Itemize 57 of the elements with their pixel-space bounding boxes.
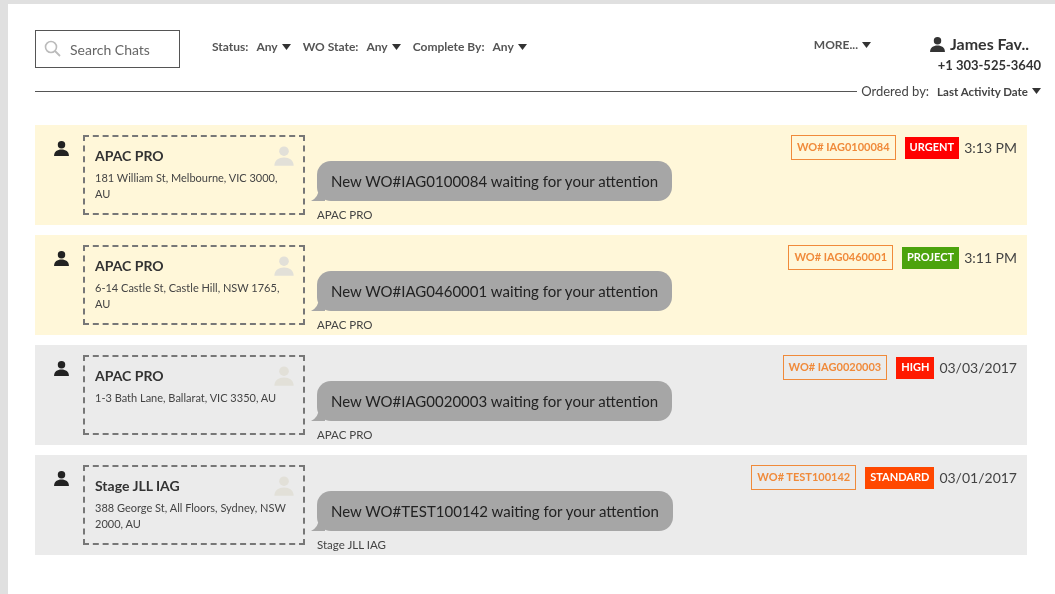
company-name: APAC PRO <box>95 366 165 386</box>
person-icon <box>53 470 70 487</box>
message-text: New WO#IAG0100084 waiting for your attention <box>331 170 659 192</box>
person-icon <box>929 35 946 53</box>
address: 388 George St, All Floors, Sydney, NSW 2000, AU <box>95 500 287 532</box>
company-name: APAC PRO <box>95 146 165 166</box>
person-icon <box>53 360 70 377</box>
filter-dropdown[interactable]: Any <box>256 38 291 56</box>
time-label: 3:11 PM <box>964 248 1017 268</box>
filter-dropdown[interactable]: Any <box>492 38 527 56</box>
person-icon <box>273 255 295 277</box>
filter-label: Status: <box>212 38 249 56</box>
more-menu[interactable]: MORE... <box>813 36 871 54</box>
chat-row[interactable]: APAC PRO 1-3 Bath Lane, Ballarat, VIC 3350, AU New WO#IAG0020003 waiting for your attention APAC PRO WO# IAG0020003 HIGH 03/03/2017 <box>35 345 1027 445</box>
time-label: 03/01/2017 <box>939 468 1017 488</box>
company-name: Stage JLL IAG <box>95 476 181 496</box>
priority-badge: URGENT <box>904 136 960 159</box>
chat-row[interactable]: APAC PRO 181 William St, Melbourne, VIC 3000, AU New WO#IAG0100084 waiting for your attention APAC PRO WO# IAG0100084 URGENT 3:13 PM <box>35 125 1027 225</box>
person-icon <box>53 140 70 157</box>
user-name: James Fav.. <box>950 33 1029 55</box>
caret-icon <box>391 44 401 50</box>
caret-icon <box>281 44 291 50</box>
address: 6-14 Castle St, Castle Hill, NSW 1765, AU <box>95 280 281 312</box>
work-order-tag: WO# TEST100142 <box>751 465 857 490</box>
person-icon <box>273 145 295 167</box>
caret-icon <box>517 44 527 50</box>
sender-name: APAC PRO <box>317 317 374 333</box>
time-label: 3:13 PM <box>964 138 1017 158</box>
chat-row[interactable]: Stage JLL IAG 388 George St, All Floors, Sydney, NSW 2000, AU New WO#TEST100142 waiting for your attention Stage JLL IAG WO# TEST100142 STANDARD 03/01/2017 <box>35 455 1027 555</box>
search-field[interactable]: Search Chats <box>35 30 180 68</box>
company-name: APAC PRO <box>95 256 165 276</box>
search-icon <box>44 40 61 57</box>
filter-label: WO State: <box>302 38 359 56</box>
priority-badge: HIGH <box>896 356 935 379</box>
message-text: New WO#TEST100142 waiting for your attention <box>331 500 659 522</box>
sender-name: APAC PRO <box>317 427 374 443</box>
ordered-by-label: Ordered by: <box>861 81 930 101</box>
filter-dropdown[interactable]: Any <box>366 38 401 56</box>
work-order-tag: WO# IAG0100084 <box>790 135 896 160</box>
filter-label: Complete By: <box>412 38 485 56</box>
work-order-tag: WO# IAG0020003 <box>782 355 888 380</box>
person-icon <box>53 250 70 267</box>
address: 1-3 Bath Lane, Ballarat, VIC 3350, AU <box>95 390 278 406</box>
sender-name: APAC PRO <box>317 207 374 223</box>
priority-badge: PROJECT <box>902 246 960 269</box>
user-phone: +1 303-525-3640 <box>937 56 1041 75</box>
time-label: 03/03/2017 <box>939 358 1017 378</box>
order-dropdown[interactable]: Last Activity Date <box>937 82 1041 100</box>
priority-badge: STANDARD <box>865 466 935 489</box>
work-order-tag: WO# IAG0460001 <box>788 245 894 270</box>
caret-icon <box>1032 88 1041 95</box>
chat-row[interactable]: APAC PRO 6-14 Castle St, Castle Hill, NSW 1765, AU New WO#IAG0460001 waiting for your attention APAC PRO WO# IAG0460001 PROJECT 3:11 PM <box>35 235 1027 335</box>
sender-name: Stage JLL IAG <box>317 537 387 553</box>
address: 181 William St, Melbourne, VIC 3000, AU <box>95 170 279 202</box>
message-text: New WO#IAG0460001 waiting for your attention <box>331 280 659 302</box>
caret-icon <box>862 42 871 48</box>
message-text: New WO#IAG0020003 waiting for your attention <box>331 390 659 412</box>
